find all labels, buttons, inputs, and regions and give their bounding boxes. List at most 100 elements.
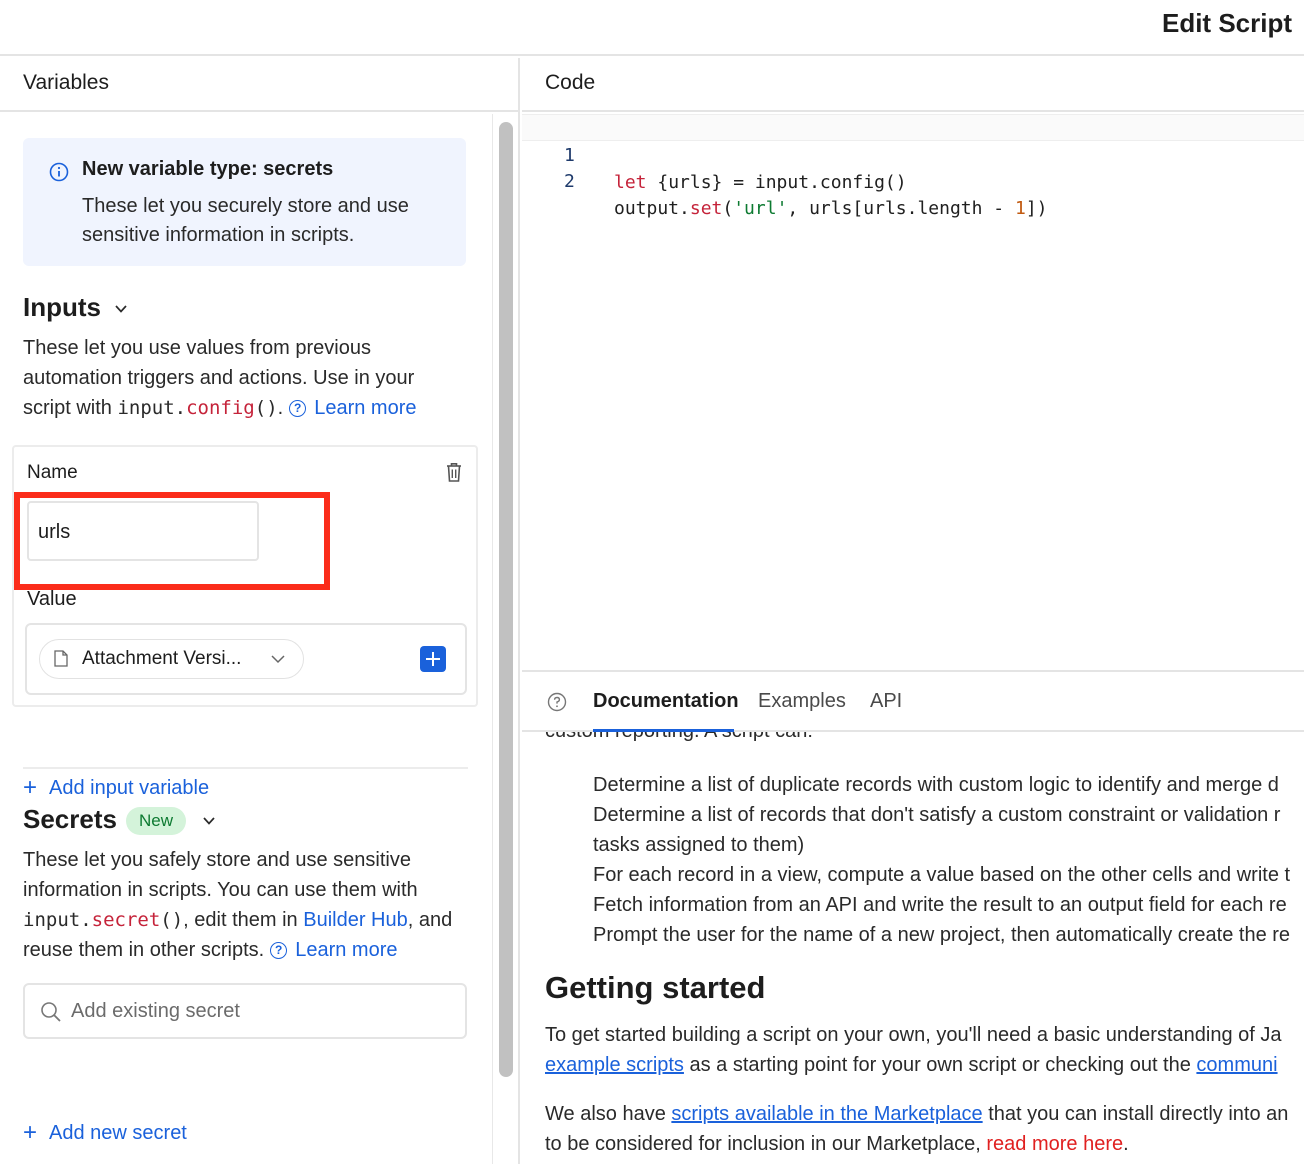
add-input-variable-label: Add input variable xyxy=(49,777,210,799)
list-item: Determine a list of records that don't s… xyxy=(593,804,1281,826)
plus-icon xyxy=(426,652,440,666)
secrets-desc-text-2: , edit them in xyxy=(183,909,304,931)
add-existing-secret-input[interactable] xyxy=(71,997,451,1025)
list-item: tasks assigned to them) xyxy=(593,834,805,856)
inputs-title: Inputs xyxy=(23,292,101,322)
code-punct: ]) xyxy=(1025,198,1048,219)
add-new-secret-label: Add new secret xyxy=(49,1122,187,1144)
list-item: For each record in a view, compute a val… xyxy=(593,864,1291,886)
value-label: Value xyxy=(27,588,77,610)
code-function: set xyxy=(689,198,723,219)
code-text: output.set('url', urls[urls.length - 1]) xyxy=(614,195,1048,222)
name-label: Name xyxy=(27,462,78,483)
getting-started-heading: Getting started xyxy=(545,970,766,1005)
secrets-desc-text-1: These let you safely store and use sensi… xyxy=(23,849,418,901)
tab-documentation[interactable]: Documentation xyxy=(593,690,739,713)
code-panel: Code 1 let {urls} = input.config() 2 out… xyxy=(522,58,1304,1164)
highlight-box xyxy=(14,492,330,590)
code-editor[interactable]: 1 let {urls} = input.config() 2 output.s… xyxy=(522,114,1304,670)
doc-text: that you can install directly into an xyxy=(982,1103,1289,1125)
list-item: Prompt the user for the name of a new pr… xyxy=(593,924,1291,946)
doc-paragraph-line: to be considered for inclusion in our Ma… xyxy=(545,1129,1129,1159)
code-line[interactable]: 2 output.set('url', urls[urls.length - 1… xyxy=(522,141,1304,219)
code-line[interactable]: 1 let {urls} = input.config() xyxy=(522,114,1304,193)
builder-hub-link[interactable]: Builder Hub xyxy=(303,909,408,931)
tab-api[interactable]: API xyxy=(870,690,902,713)
code-header: Code xyxy=(522,58,1304,112)
secrets-learn-more-link[interactable]: Learn more xyxy=(295,939,397,961)
line-number: 2 xyxy=(564,171,575,192)
marketplace-link[interactable]: scripts available in the Marketplace xyxy=(671,1103,982,1125)
help-circle-icon[interactable] xyxy=(547,692,567,712)
list-item: Fetch information from an API and write … xyxy=(593,894,1287,916)
inputs-code-paren: () xyxy=(254,397,278,419)
section-divider xyxy=(23,767,468,769)
code-title: Code xyxy=(545,71,596,94)
example-scripts-link[interactable]: example scripts xyxy=(545,1054,684,1076)
value-selector-box: Attachment Versi... xyxy=(25,623,467,695)
value-dropdown[interactable]: Attachment Versi... xyxy=(39,639,304,679)
secrets-description: These let you safely store and use sensi… xyxy=(23,845,468,965)
doc-cut-text: custom reporting. A script can: xyxy=(545,732,813,743)
secrets-code-fn: secret xyxy=(91,909,161,931)
code-keyword: let xyxy=(614,172,647,193)
read-more-link[interactable]: read more here xyxy=(986,1133,1123,1155)
doc-paragraph-line: example scripts as a starting point for … xyxy=(545,1050,1278,1080)
code-text: let {urls} = input.config() xyxy=(614,169,907,196)
trash-icon[interactable] xyxy=(444,461,464,483)
doc-text: We also have xyxy=(545,1103,672,1125)
chevron-down-icon xyxy=(271,655,285,664)
add-new-secret-button[interactable]: + Add new secret xyxy=(23,1119,187,1147)
code-string: 'url' xyxy=(733,198,788,219)
top-bar: Edit Script xyxy=(0,0,1304,56)
code-number: 1 xyxy=(1014,198,1026,219)
code-object: output. xyxy=(614,198,690,219)
inputs-learn-more-link[interactable]: Learn more xyxy=(314,397,416,419)
tab-examples[interactable]: Examples xyxy=(758,690,846,713)
help-icon: ? xyxy=(289,400,307,417)
inputs-code-obj: input. xyxy=(117,397,187,419)
secrets-title: Secrets xyxy=(23,804,117,834)
input-variable-card: Name urls Value Attachment Versi... xyxy=(12,445,478,707)
documentation-tabs: Documentation Examples API xyxy=(522,670,1304,732)
doc-text: to be considered for inclusion in our Ma… xyxy=(545,1133,987,1155)
variables-title: Variables xyxy=(23,71,109,94)
code-rest: {urls} = input.config() xyxy=(646,172,907,193)
doc-list: Determine a list of duplicate records wi… xyxy=(593,770,1304,950)
new-badge: New xyxy=(126,807,186,835)
inputs-description: These let you use values from previous a… xyxy=(23,333,463,423)
community-link[interactable]: communi xyxy=(1196,1054,1277,1076)
plus-icon: + xyxy=(23,1119,38,1146)
add-existing-secret-search[interactable] xyxy=(23,983,467,1039)
doc-text: as a starting point for your own script … xyxy=(683,1054,1197,1076)
list-item: Determine a list of duplicate records wi… xyxy=(593,774,1279,796)
notice-title: New variable type: secrets xyxy=(82,158,334,180)
documentation-content: custom reporting. A script can: Determin… xyxy=(522,732,1304,1164)
scrollbar-thumb[interactable] xyxy=(499,122,513,1077)
variables-scroll-area: New variable type: secrets These let you… xyxy=(0,114,492,1164)
insert-value-button[interactable] xyxy=(420,646,446,672)
notice-body: These let you securely store and use sen… xyxy=(82,195,409,246)
search-icon xyxy=(41,1002,61,1022)
secrets-code-paren: () xyxy=(160,909,184,931)
inputs-desc-end: . xyxy=(277,397,284,419)
info-icon xyxy=(49,162,69,182)
plus-icon: + xyxy=(23,774,38,801)
doc-paragraph-line: We also have scripts available in the Ma… xyxy=(545,1099,1288,1129)
help-icon: ? xyxy=(270,942,288,959)
page-title: Edit Script xyxy=(1161,8,1292,38)
inputs-code-fn: config xyxy=(186,397,255,419)
doc-text: . xyxy=(1123,1133,1129,1155)
doc-paragraph-line: To get started building a script on your… xyxy=(545,1024,1282,1046)
secrets-notice: New variable type: secrets These let you… xyxy=(23,138,466,266)
value-dropdown-label: Attachment Versi... xyxy=(82,648,242,669)
variables-header: Variables xyxy=(0,58,518,112)
code-punct: ( xyxy=(722,198,734,219)
document-icon xyxy=(54,650,68,667)
variables-scrollbar[interactable] xyxy=(492,114,518,1164)
inputs-chevron-down-icon[interactable] xyxy=(113,301,129,317)
secrets-chevron-down-icon[interactable] xyxy=(201,813,217,829)
add-input-variable-button[interactable]: + Add input variable xyxy=(23,774,209,802)
code-mid: , urls[urls.length - xyxy=(787,198,1015,219)
variables-panel: Variables New variable type: secrets The… xyxy=(0,58,520,1164)
